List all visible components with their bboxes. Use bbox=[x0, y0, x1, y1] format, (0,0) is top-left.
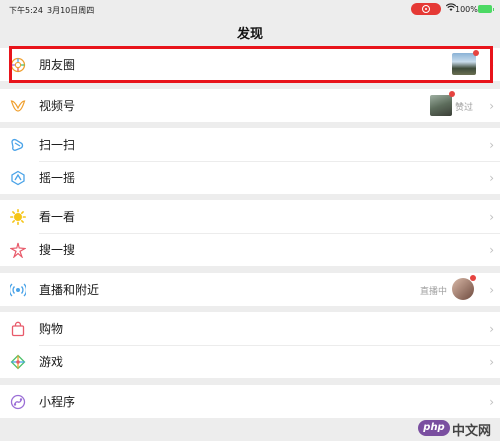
status-time: 下午5:24 bbox=[9, 6, 43, 15]
menu-item-shopping[interactable]: 购物 › bbox=[0, 312, 500, 345]
shopping-bag-icon bbox=[10, 321, 26, 337]
chevron-right-icon: › bbox=[489, 137, 494, 152]
chevron-right-icon: › bbox=[489, 321, 494, 336]
screen-recording-icon[interactable] bbox=[411, 3, 441, 15]
status-bar: 下午5:24 3月10日周四 100% bbox=[0, 0, 500, 18]
live-status-text: 直播中 bbox=[420, 287, 448, 297]
menu-item-live-nearby[interactable]: 直播和附近 直播中 › bbox=[0, 273, 500, 306]
live-nearby-group: 直播和附近 直播中 › bbox=[0, 273, 500, 306]
menu-item-label: 摇一摇 bbox=[39, 171, 76, 185]
menu-item-mini-programs[interactable]: 小程序 › bbox=[0, 385, 500, 418]
highlight-box bbox=[9, 46, 493, 83]
scan-shake-group: 扫一扫 › 摇一摇 › bbox=[0, 128, 500, 194]
chevron-right-icon: › bbox=[489, 354, 494, 369]
live-badge bbox=[470, 275, 476, 281]
menu-item-scan[interactable]: 扫一扫 › bbox=[0, 128, 500, 161]
mini-programs-group: 小程序 › bbox=[0, 385, 500, 418]
search-icon bbox=[9, 242, 27, 259]
page-title: 发现 bbox=[236, 27, 263, 42]
games-icon bbox=[10, 354, 26, 370]
battery-icon bbox=[478, 5, 494, 13]
menu-item-search[interactable]: 搜一搜 › bbox=[0, 233, 500, 266]
shopping-games-group: 购物 › 游戏 › bbox=[0, 312, 500, 378]
live-streamer-avatar bbox=[452, 278, 474, 300]
menu-item-shake[interactable]: 摇一摇 › bbox=[0, 161, 500, 194]
new-video-badge bbox=[449, 91, 455, 97]
menu-item-label: 视频号 bbox=[39, 99, 76, 113]
shake-icon bbox=[10, 170, 26, 186]
menu-item-channels[interactable]: 视频号 赞过 › bbox=[0, 89, 500, 122]
menu-item-label: 购物 bbox=[39, 322, 64, 336]
chevron-right-icon: › bbox=[489, 242, 494, 257]
menu-item-label: 小程序 bbox=[39, 395, 76, 409]
channels-icon bbox=[10, 98, 26, 114]
channels-group: 视频号 赞过 › bbox=[0, 89, 500, 122]
menu-item-label: 搜一搜 bbox=[39, 243, 76, 257]
menu-item-games[interactable]: 游戏 › bbox=[0, 345, 500, 378]
chevron-right-icon: › bbox=[489, 209, 494, 224]
battery-percentage: 100% bbox=[455, 5, 478, 14]
chevron-right-icon: › bbox=[489, 170, 494, 185]
scan-icon bbox=[10, 137, 26, 153]
channels-thumbnail bbox=[430, 95, 452, 116]
mini-programs-icon bbox=[10, 394, 26, 410]
stories-search-group: 看一看 › 搜一搜 › bbox=[0, 200, 500, 266]
watermark-logo: php bbox=[418, 420, 450, 436]
menu-item-label: 看一看 bbox=[39, 210, 76, 224]
menu-item-label: 游戏 bbox=[39, 355, 64, 369]
live-nearby-icon bbox=[8, 282, 28, 298]
watermark: php 中文网 bbox=[418, 419, 496, 439]
status-date: 3月10日周四 bbox=[47, 6, 95, 15]
chevron-right-icon: › bbox=[489, 98, 494, 113]
watermark-text: 中文网 bbox=[452, 424, 492, 439]
channels-meta-text: 赞过 bbox=[455, 103, 474, 113]
menu-item-label: 扫一扫 bbox=[39, 138, 76, 152]
top-stories-icon bbox=[10, 208, 26, 225]
chevron-right-icon: › bbox=[489, 282, 494, 297]
chevron-right-icon: › bbox=[489, 394, 494, 409]
menu-item-label: 直播和附近 bbox=[39, 283, 100, 297]
menu-item-top-stories[interactable]: 看一看 › bbox=[0, 200, 500, 233]
